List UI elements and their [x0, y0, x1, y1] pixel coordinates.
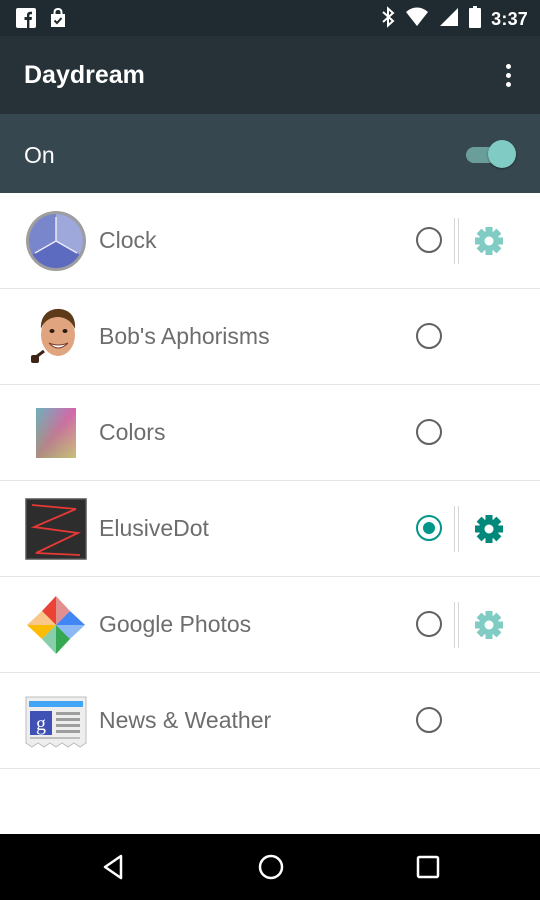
list-item-elusivedot[interactable]: ElusiveDot	[0, 481, 540, 577]
radio-button[interactable]	[416, 611, 442, 637]
gear-icon[interactable]	[472, 608, 506, 642]
pinwheel-icon	[24, 593, 88, 657]
status-bar: 3:37	[0, 0, 540, 36]
recents-icon[interactable]	[413, 852, 443, 882]
elusivedot-icon	[24, 497, 88, 561]
bluetooth-icon	[381, 6, 395, 33]
list-item-clock[interactable]: Clock	[0, 193, 540, 289]
divider	[454, 218, 459, 264]
clock-icon	[24, 209, 88, 273]
navigation-bar	[0, 834, 540, 900]
gear-icon[interactable]	[472, 224, 506, 258]
colors-gradient-icon	[24, 401, 88, 465]
status-time: 3:37	[491, 9, 528, 29]
list-item-label: Colors	[99, 419, 166, 445]
list-item-news-weather[interactable]: g News & Weather	[0, 673, 540, 769]
page-title: Daydream	[24, 61, 145, 89]
gear-icon[interactable]	[472, 512, 506, 546]
app-bar: Daydream	[0, 36, 540, 114]
list-item-label: News & Weather	[99, 707, 272, 733]
list-item-colors[interactable]: Colors	[0, 385, 540, 481]
radio-button[interactable]	[416, 707, 442, 733]
divider	[454, 506, 459, 552]
bob-face-icon	[24, 305, 88, 369]
list-item-google-photos[interactable]: Google Photos	[0, 577, 540, 673]
list-item-bobs-aphorisms[interactable]: Bob's Aphorisms	[0, 289, 540, 385]
list-item-label: ElusiveDot	[99, 515, 209, 541]
back-icon[interactable]	[99, 852, 129, 882]
divider	[454, 602, 459, 648]
facebook-icon	[16, 8, 36, 33]
overflow-menu-icon[interactable]	[496, 58, 520, 92]
radio-button[interactable]	[416, 227, 442, 253]
news-weather-icon: g	[24, 689, 88, 753]
daydream-list: Clock Bob's Aphorisms Colors ElusiveDot …	[0, 193, 540, 769]
cell-signal-icon	[439, 7, 459, 32]
home-icon[interactable]	[256, 852, 286, 882]
switch-label: On	[24, 142, 55, 168]
radio-button[interactable]	[416, 323, 442, 349]
list-item-label: Google Photos	[99, 611, 252, 637]
list-item-label: Clock	[99, 227, 157, 253]
wifi-icon	[405, 7, 429, 32]
radio-button[interactable]	[416, 419, 442, 445]
radio-button-selected[interactable]	[416, 515, 442, 541]
daydream-toggle[interactable]	[464, 139, 516, 169]
shopping-bag-icon	[48, 7, 68, 33]
master-switch-bar[interactable]: On	[0, 114, 540, 193]
svg-text:g: g	[36, 713, 46, 735]
battery-icon	[469, 6, 482, 33]
list-item-label: Bob's Aphorisms	[99, 323, 270, 349]
